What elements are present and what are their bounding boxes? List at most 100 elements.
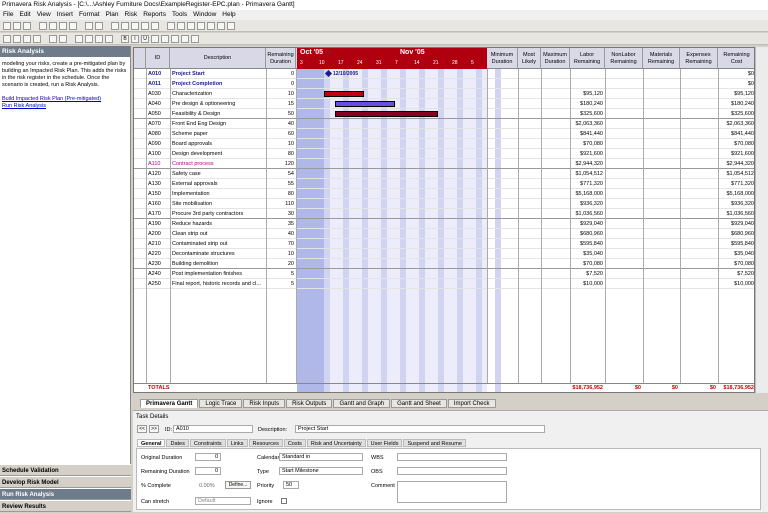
details-tab[interactable]: Costs (283, 439, 306, 447)
details-tab[interactable]: Suspend and Resume (403, 439, 466, 447)
table-row[interactable]: A250 Final report, historic records and c… (134, 279, 754, 289)
filter-icon[interactable] (167, 21, 175, 30)
cut-icon[interactable] (49, 21, 57, 30)
table-row[interactable]: A210 Contaminated strip out 70 $595,840 $595… (134, 239, 754, 249)
view-tab[interactable]: Gantt and Graph (333, 399, 391, 408)
table-row[interactable]: A120 Safety case 54 $1,054,512 $1,054,512 (134, 169, 754, 179)
workflow-run-risk-analysis[interactable]: Run Risk Analysis (0, 488, 131, 500)
link-icon[interactable] (111, 21, 119, 30)
table-row[interactable]: A200 Clean strip out 40 $680,960 $680,960 (134, 229, 754, 239)
remaining-duration-field[interactable]: 0 (195, 467, 221, 475)
table-row[interactable]: A220 Decontaminate structures 10 $35,040 $35… (134, 249, 754, 259)
expand-icon[interactable] (23, 34, 31, 43)
table-row[interactable]: A150 Implementation 80 $5,168,000 $5,168,000 (134, 189, 754, 199)
milestone-marker[interactable] (324, 69, 333, 78)
workflow-review-results[interactable]: Review Results (0, 500, 131, 512)
can-stretch-select[interactable]: Default (195, 497, 251, 505)
col-nonlabor[interactable]: NonLabor Remaining (605, 48, 643, 69)
italic-icon[interactable]: I (131, 34, 139, 43)
description-field[interactable]: Project Start (295, 425, 545, 433)
paste-icon[interactable] (69, 21, 77, 30)
priority-field[interactable]: 50 (283, 481, 299, 489)
build-impacted-plan-link[interactable]: Build Impacted Risk Plan (Pre-mitigated) (2, 96, 128, 103)
type-select[interactable]: Start Milestone (279, 467, 363, 475)
gantt-bar[interactable] (324, 91, 364, 97)
menu-view[interactable]: View (37, 10, 51, 20)
goto-icon[interactable] (59, 34, 67, 43)
menu-window[interactable]: Window (193, 10, 216, 20)
menu-format[interactable]: Format (79, 10, 100, 20)
col-max-duration[interactable]: Maximum Duration (541, 48, 570, 69)
table-row[interactable]: A110 Contract process 120 $2,944,320 $2,944,… (134, 159, 754, 169)
workflow-develop-risk-model[interactable]: Develop Risk Model (0, 476, 131, 488)
gantt-view-icon[interactable] (75, 34, 83, 43)
col-id[interactable]: ID (146, 48, 170, 69)
col-expenses[interactable]: Expenses Remaining (680, 48, 718, 69)
collapse-icon[interactable] (33, 34, 41, 43)
menu-file[interactable]: File (3, 10, 13, 20)
table-row[interactable]: A080 Scheme paper 60 $841,440 $841,440 (134, 129, 754, 139)
details-tab[interactable]: Dates (166, 439, 189, 447)
table-row[interactable]: A230 Building demolition 20 $70,080 $70,080 (134, 259, 754, 269)
risk-icon[interactable] (197, 21, 205, 30)
vertical-scrollbar[interactable] (755, 47, 768, 393)
table-row[interactable]: A160 Site mobilisation 110 $936,320 $936,320 (134, 199, 754, 209)
col-labor[interactable]: Labor Remaining (570, 48, 605, 69)
obs-field[interactable] (397, 467, 507, 475)
define-button[interactable]: Define... (225, 481, 251, 489)
view-tab[interactable]: Gantt and Sheet (391, 399, 447, 408)
bold-icon[interactable]: B (121, 34, 129, 43)
run-risk-analysis-link[interactable]: Run Risk Analysis (2, 103, 128, 110)
menu-insert[interactable]: Insert (57, 10, 73, 20)
copy-icon[interactable] (59, 21, 67, 30)
new-icon[interactable] (3, 21, 11, 30)
indent-icon[interactable] (3, 34, 11, 43)
menu-risk[interactable]: Risk (125, 10, 138, 20)
table-row[interactable]: A100 Design development 80 $921,600 $921,600 (134, 149, 754, 159)
undo-icon[interactable] (85, 21, 93, 30)
sort-icon[interactable] (177, 21, 185, 30)
details-tab[interactable]: Constraints (189, 439, 226, 447)
redo-icon[interactable] (95, 21, 103, 30)
align-left-icon[interactable] (151, 34, 159, 43)
details-tab[interactable]: General (137, 439, 166, 447)
settings-icon[interactable] (105, 34, 113, 43)
original-duration-field[interactable]: 0 (195, 453, 221, 461)
view-tab[interactable]: Risk Inputs (243, 399, 286, 408)
next-task-button[interactable]: >> (149, 425, 159, 433)
outdent-icon[interactable] (13, 34, 21, 43)
gantt-bar[interactable] (335, 111, 438, 117)
format-icon[interactable] (191, 34, 199, 43)
table-row[interactable]: A011 Project Completion 0 $0 (134, 79, 754, 89)
details-tab[interactable]: Resources (248, 439, 283, 447)
table-row[interactable]: A050 Feasibility & Design 50 $325,600 $325,6… (134, 109, 754, 119)
col-materials[interactable]: Materials Remaining (643, 48, 680, 69)
zoom-in-icon[interactable] (141, 21, 149, 30)
table-row[interactable]: A030 Characterization 10 $95,120 $95,120 (134, 89, 754, 99)
gantt-bar[interactable] (335, 101, 395, 107)
col-most-likely[interactable]: Most Likely (518, 48, 541, 69)
underline-icon[interactable]: U (141, 34, 149, 43)
table-row[interactable]: A190 Reduce hazards 35 $929,040 $929,040 (134, 219, 754, 229)
col-cost[interactable]: Remaining Cost (718, 48, 754, 69)
menu-plan[interactable]: Plan (106, 10, 119, 20)
unlink-icon[interactable] (121, 21, 129, 30)
table-row[interactable]: A070 Front End Eng Design 40 $2,063,360 $2,0… (134, 119, 754, 129)
details-tab[interactable]: Links (226, 439, 248, 447)
save-icon[interactable] (23, 21, 31, 30)
table-row[interactable]: A170 Procure 3rd party contractors 30 $1,03… (134, 209, 754, 219)
grid-icon[interactable] (227, 21, 235, 30)
id-field[interactable]: A010 (173, 425, 253, 433)
col-description[interactable]: Description (170, 48, 266, 69)
table-row[interactable]: A010 Project Start 0 $0 12/10/2005 (134, 69, 754, 79)
table-row[interactable]: A240 Post implementation finishes 5 $7,520 $… (134, 269, 754, 279)
calendar-select[interactable]: Standard in (279, 453, 363, 461)
menu-reports[interactable]: Reports (143, 10, 166, 20)
add-icon[interactable] (217, 21, 225, 30)
comment-field[interactable] (397, 481, 507, 503)
menu-tools[interactable]: Tools (172, 10, 187, 20)
view-tab[interactable]: Logic Trace (199, 399, 243, 408)
scroll-to-task-icon[interactable] (95, 34, 103, 43)
print-icon[interactable] (39, 21, 47, 30)
menu-edit[interactable]: Edit (19, 10, 30, 20)
